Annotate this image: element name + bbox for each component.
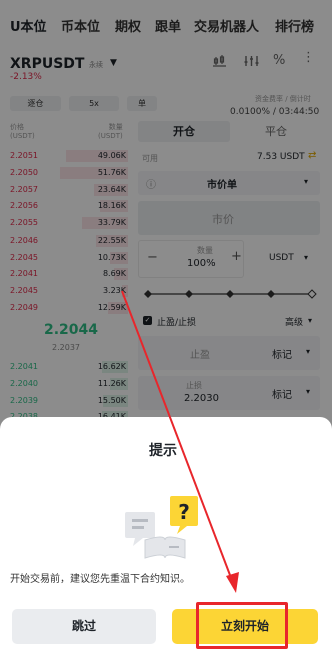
question-illustration-icon: ? <box>125 496 198 559</box>
dialog-title: 提示 <box>149 443 177 459</box>
skip-button[interactable]: 跳过 <box>12 609 156 644</box>
svg-text:?: ? <box>178 500 190 524</box>
highlight-box <box>196 602 288 649</box>
dialog-message: 开始交易前，建议您先重温下合约知识。 <box>10 574 190 585</box>
